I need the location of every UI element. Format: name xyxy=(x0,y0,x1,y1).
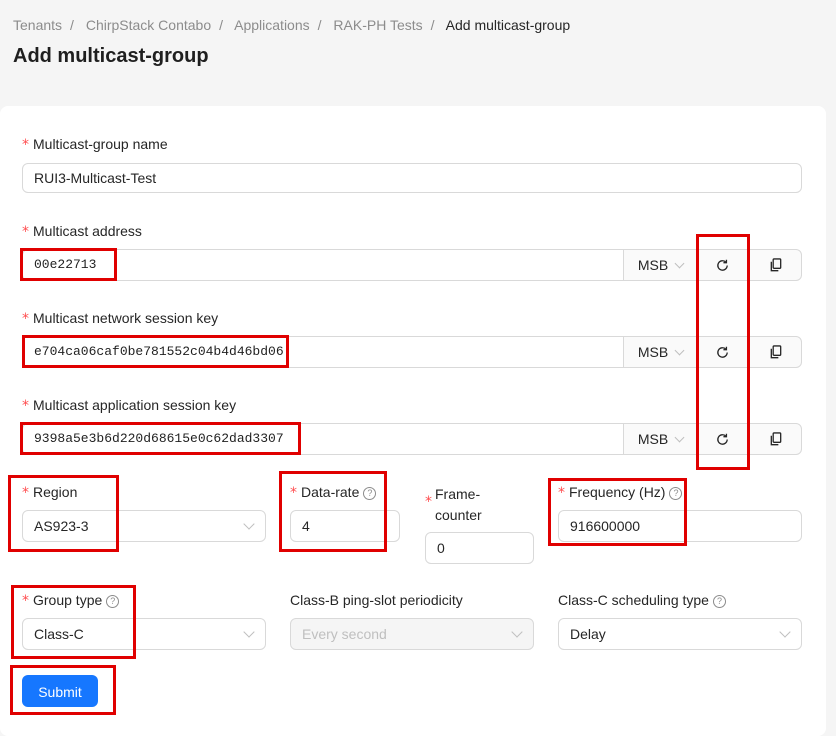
question-circle-icon: ? xyxy=(669,487,683,500)
question-circle-icon: ? xyxy=(363,487,377,500)
frame-counter-label: * Frame- counter xyxy=(425,486,482,523)
frequency-input[interactable]: 916600000 xyxy=(558,510,802,542)
ping-slot-label: Class-B ping-slot periodicity xyxy=(290,592,463,608)
breadcrumb: Tenants / ChirpStack Contabo / Application… xyxy=(13,17,571,33)
chevron-down-icon xyxy=(511,626,523,638)
chevron-down-icon xyxy=(243,626,255,638)
breadcrumb-applications[interactable]: Applications xyxy=(234,17,310,33)
breadcrumb-application[interactable]: RAK-PH Tests xyxy=(333,17,422,33)
address-copy-button[interactable] xyxy=(749,249,802,281)
refresh-icon xyxy=(717,346,728,358)
nwk-key-byte-order-select[interactable]: MSB xyxy=(623,336,698,368)
app-key-copy-button[interactable] xyxy=(749,423,802,455)
name-input[interactable]: RUI3-Multicast-Test xyxy=(22,163,802,193)
submit-button[interactable]: Submit xyxy=(22,675,98,707)
question-circle-icon: ? xyxy=(712,595,726,608)
breadcrumb-tenants[interactable]: Tenants xyxy=(13,17,62,33)
chevron-down-icon xyxy=(243,518,255,530)
frame-counter-input[interactable]: 0 xyxy=(425,532,534,564)
data-rate-label: * Data-rate? xyxy=(290,484,377,501)
nwk-key-refresh-button[interactable] xyxy=(697,336,750,368)
nwk-key-group: e704ca06caf0be781552c04b4d46bd06 MSB xyxy=(22,336,802,368)
nwk-key-input[interactable]: e704ca06caf0be781552c04b4d46bd06 xyxy=(22,336,623,368)
scheduling-select[interactable]: Delay xyxy=(558,618,802,650)
app-key-group: 9398a5e3b6d220d68615e0c62dad3307 MSB xyxy=(22,423,802,455)
region-select[interactable]: AS923-3 xyxy=(22,510,266,542)
frequency-label: * Frequency (Hz)? xyxy=(558,484,683,501)
address-label: * Multicast address xyxy=(22,223,142,240)
nwk-key-label: * Multicast network session key xyxy=(22,310,219,327)
group-type-label: * Group type? xyxy=(22,592,120,609)
breadcrumb-current: Add multicast-group xyxy=(445,17,571,33)
address-input[interactable]: 00e22713 xyxy=(22,249,623,281)
data-rate-input[interactable]: 4 xyxy=(290,510,400,542)
app-key-byte-order-select[interactable]: MSB xyxy=(623,423,698,455)
refresh-icon xyxy=(717,259,728,271)
chevron-down-icon xyxy=(779,626,791,638)
page-title: Add multicast-group xyxy=(13,45,209,67)
name-label: * Multicast-group name xyxy=(22,136,168,153)
breadcrumb-tenant[interactable]: ChirpStack Contabo xyxy=(86,17,211,33)
app-key-input[interactable]: 9398a5e3b6d220d68615e0c62dad3307 xyxy=(22,423,623,455)
address-refresh-button[interactable] xyxy=(697,249,750,281)
question-circle-icon: ? xyxy=(106,595,120,608)
scheduling-label: Class-C scheduling type? xyxy=(558,592,726,608)
group-type-select[interactable]: Class-C xyxy=(22,618,266,650)
refresh-icon xyxy=(717,433,728,445)
region-label: * Region xyxy=(22,484,78,501)
copy-icon xyxy=(770,258,782,272)
chevron-down-icon xyxy=(674,432,685,443)
chevron-down-icon xyxy=(674,258,685,269)
app-key-label: * Multicast application session key xyxy=(22,397,237,414)
copy-icon xyxy=(770,345,782,359)
ping-slot-select[interactable]: Every second xyxy=(290,618,534,650)
nwk-key-copy-button[interactable] xyxy=(749,336,802,368)
copy-icon xyxy=(770,432,782,446)
address-byte-order-select[interactable]: MSB xyxy=(623,249,698,281)
chevron-down-icon xyxy=(674,345,685,356)
address-group: 00e22713 MSB xyxy=(22,249,802,281)
app-key-refresh-button[interactable] xyxy=(697,423,750,455)
